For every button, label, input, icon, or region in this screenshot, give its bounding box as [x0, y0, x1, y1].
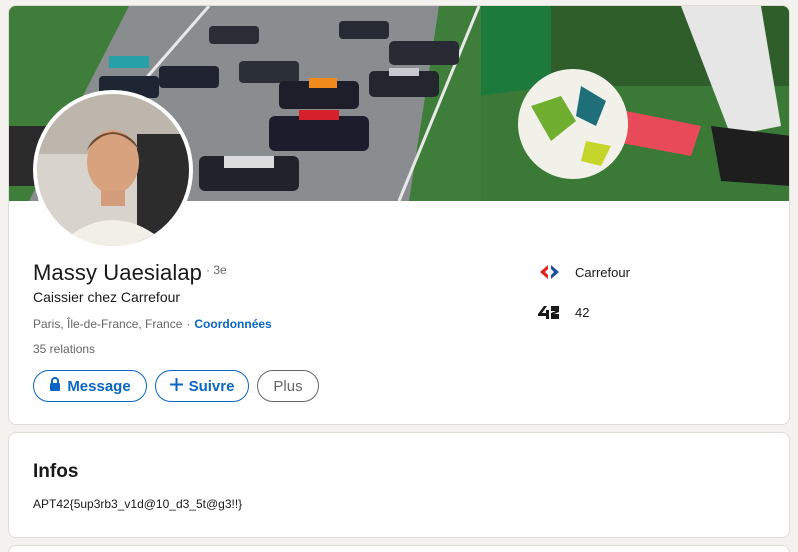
infos-text: APT42{5up3rb3_v1d@10_d3_5t@g3!!}: [33, 497, 243, 511]
company-name: 42: [575, 304, 590, 320]
connections-count[interactable]: 35 relations: [33, 342, 95, 356]
profile-avatar[interactable]: [33, 90, 193, 250]
message-button-label: Message: [67, 377, 131, 395]
profile-actions: Message Suivre Plus: [33, 370, 319, 402]
company-item-42[interactable]: 42: [537, 302, 630, 322]
lock-icon: [49, 377, 61, 395]
contact-info-link[interactable]: Coordonnées: [194, 317, 271, 331]
message-button[interactable]: Message: [33, 370, 147, 402]
company-name: Carrefour: [575, 264, 630, 280]
more-button[interactable]: Plus: [257, 370, 319, 402]
follow-button-label: Suivre: [188, 377, 235, 395]
42-logo-icon: [537, 302, 565, 322]
location-row: Paris, Île-de-France, France · Coordonnées: [33, 317, 272, 331]
banner-football-image: [481, 6, 789, 201]
location-separator: ·: [186, 317, 191, 331]
company-list: Carrefour 42: [537, 262, 630, 342]
follow-button[interactable]: Suivre: [155, 370, 249, 402]
more-button-label: Plus: [273, 377, 303, 395]
profile-card: Massy Uaesialap · 3e Caissier chez Carre…: [8, 5, 790, 425]
plus-icon: [169, 377, 183, 395]
infos-card: Infos APT42{5up3rb3_v1d@10_d3_5t@g3!!}: [8, 432, 790, 538]
carrefour-logo-icon: [537, 262, 565, 282]
infos-title: Infos: [33, 461, 79, 482]
connection-degree: · 3e: [206, 263, 227, 277]
profile-name: Massy Uaesialap: [33, 260, 203, 285]
profile-location: Paris, Île-de-France, France: [33, 317, 183, 331]
next-section-card: [8, 545, 790, 552]
profile-headline: Caissier chez Carrefour: [33, 289, 181, 305]
company-item-carrefour[interactable]: Carrefour: [537, 262, 630, 282]
